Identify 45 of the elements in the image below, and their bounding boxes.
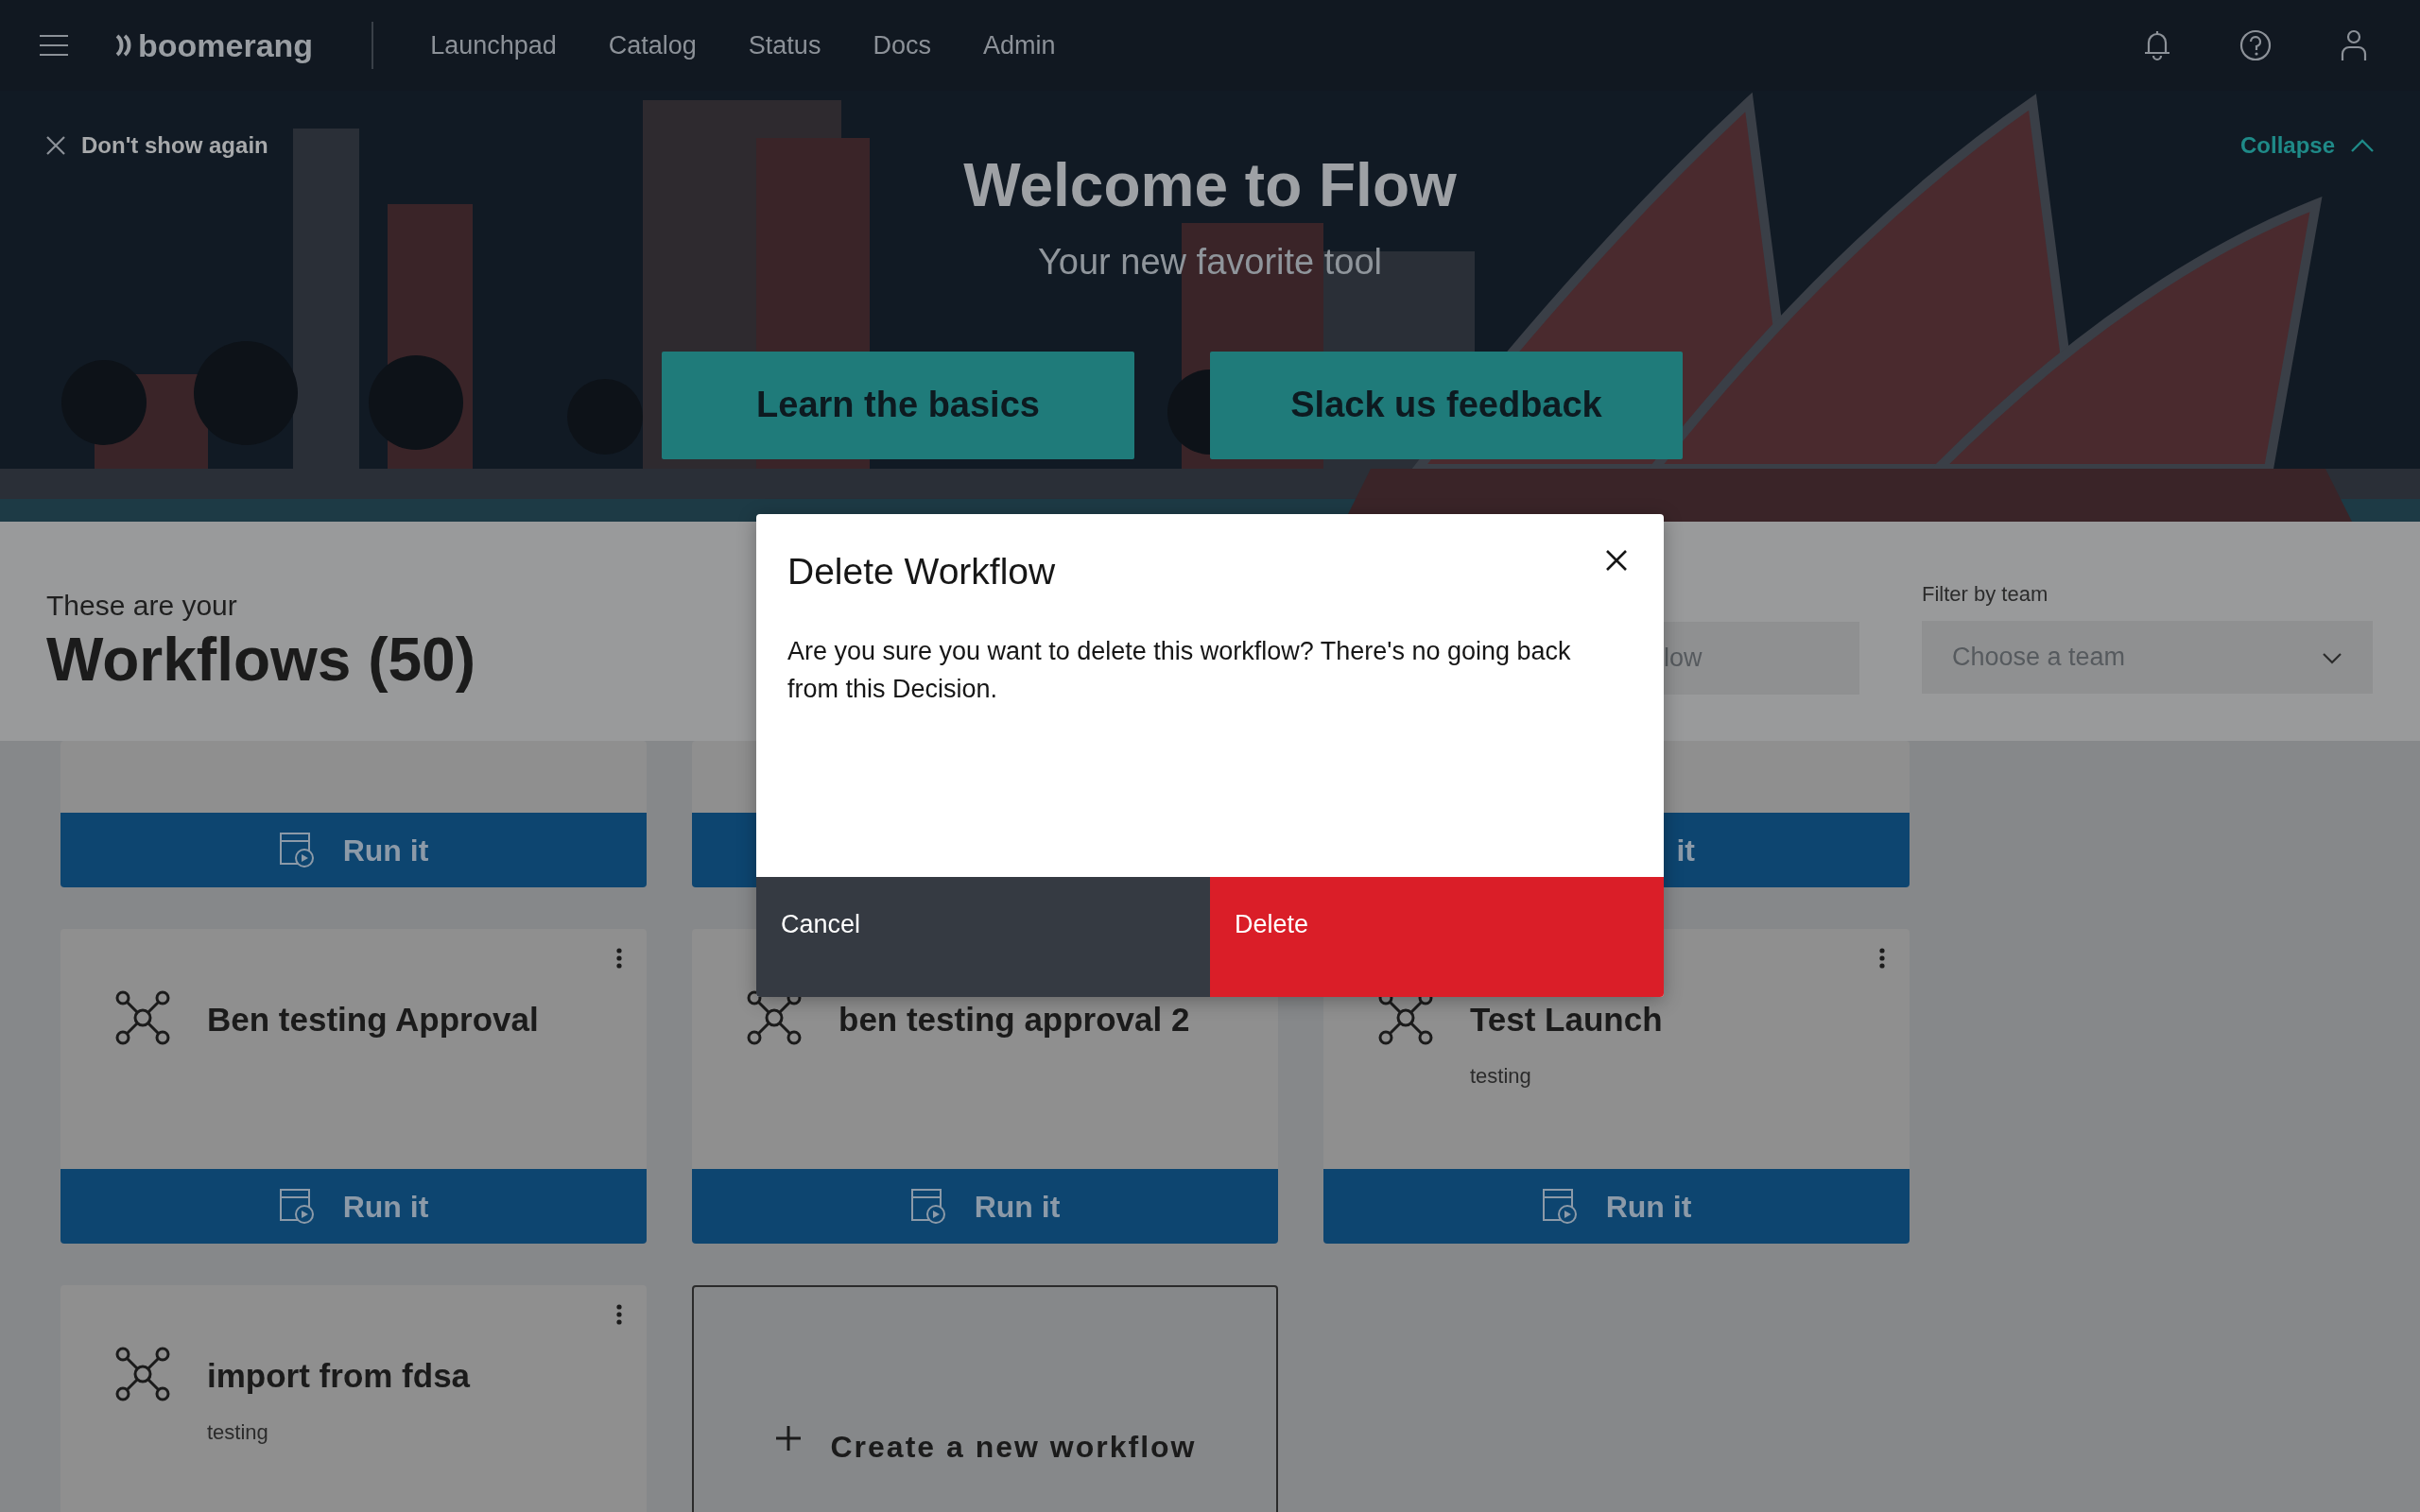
- run-icon: [278, 1187, 315, 1226]
- banner-subtitle: Your new favorite tool: [1037, 240, 1382, 284]
- close-icon: [1605, 548, 1628, 572]
- menu-icon[interactable]: [38, 32, 70, 59]
- overflow-menu-icon[interactable]: [616, 1304, 622, 1325]
- nav-link[interactable]: Catalog: [608, 26, 697, 65]
- create-workflow-button[interactable]: Create a new workflow: [692, 1285, 1278, 1512]
- run-icon: [1541, 1187, 1578, 1226]
- workflow-icon: [114, 989, 171, 1046]
- delete-button[interactable]: Delete: [1210, 877, 1664, 997]
- run-button[interactable]: Run it: [60, 813, 647, 887]
- header-eyebrow: These are your: [46, 589, 237, 623]
- brand-logo[interactable]: boomerang: [115, 21, 314, 70]
- nav-link[interactable]: Admin: [982, 26, 1056, 65]
- workflow-icon: [746, 989, 803, 1046]
- banner-button[interactable]: Learn the basics: [662, 351, 1134, 459]
- workflow-name[interactable]: ben testing approval 2: [838, 995, 1190, 1045]
- help-icon[interactable]: [2238, 28, 2273, 62]
- dismiss-button[interactable]: Don't show again: [42, 125, 272, 166]
- filter-label: Filter by team: [1922, 581, 2049, 608]
- close-icon: [45, 135, 66, 156]
- run-button[interactable]: Run it: [60, 1169, 647, 1244]
- collapse-button[interactable]: Collapse: [2236, 125, 2378, 166]
- workflow-name[interactable]: Test Launch: [1470, 995, 1663, 1045]
- banner-button[interactable]: Slack us feedback: [1210, 351, 1683, 459]
- run-icon: [909, 1187, 946, 1226]
- run-button[interactable]: Run it: [1323, 1169, 1910, 1244]
- workflow-description: testing: [207, 1418, 269, 1446]
- page-title: Workflows (50): [46, 627, 475, 694]
- dialog-title: Delete Workflow: [787, 550, 1056, 593]
- nav-link[interactable]: Docs: [873, 26, 931, 65]
- dialog-message: Are you sure you want to delete this workflow? There's no going back from this Decision.: [787, 635, 1572, 705]
- nav-link[interactable]: Launchpad: [430, 26, 557, 65]
- nav-link[interactable]: Status: [748, 26, 821, 65]
- overflow-menu-icon[interactable]: [1879, 948, 1885, 969]
- overflow-menu-icon[interactable]: [616, 948, 622, 969]
- workflow-name[interactable]: Ben testing Approval: [207, 995, 539, 1045]
- workflow-icon: [114, 1346, 171, 1402]
- run-icon: [278, 831, 315, 869]
- plus-icon: [773, 1424, 803, 1452]
- workflow-description: testing: [1470, 1062, 1532, 1090]
- run-button[interactable]: Run it: [692, 1169, 1278, 1244]
- workflow-name[interactable]: import from fdsa: [207, 1351, 471, 1401]
- banner-title: Welcome to Flow: [963, 150, 1457, 221]
- cancel-button[interactable]: Cancel: [756, 877, 1210, 997]
